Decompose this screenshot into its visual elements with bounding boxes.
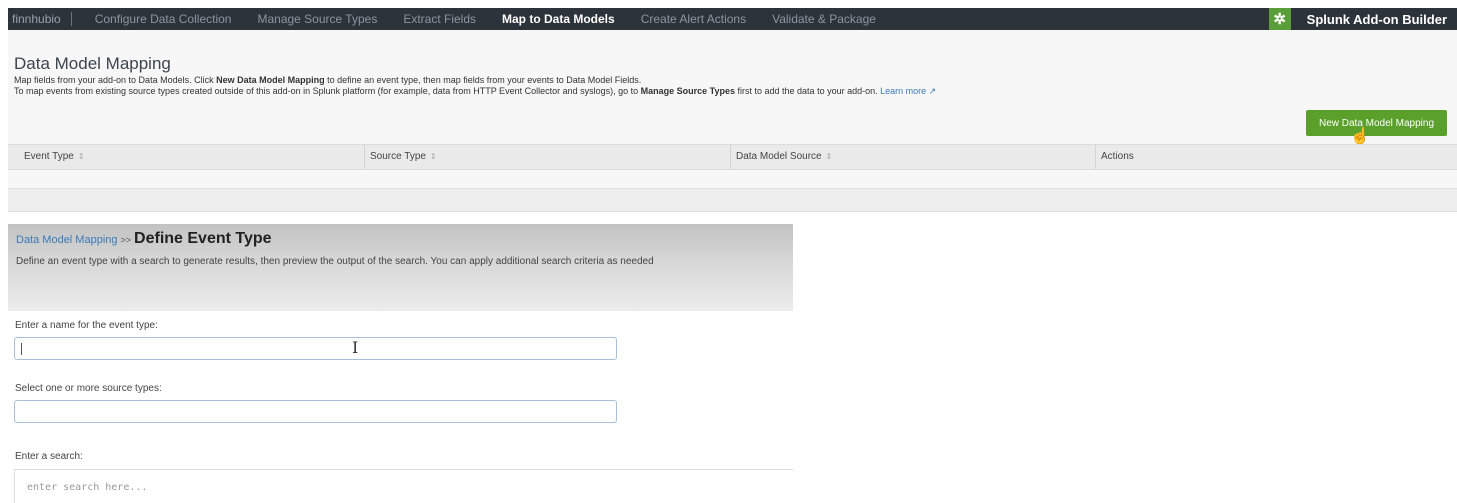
learn-more-link[interactable]: Learn more	[880, 86, 926, 96]
nav-validate-package[interactable]: Validate & Package	[759, 12, 889, 26]
column-divider	[730, 145, 731, 169]
column-divider	[364, 145, 365, 169]
empty-table-row	[8, 188, 1457, 212]
nav-manage-source-types[interactable]: Manage Source Types	[244, 12, 390, 26]
column-divider	[1095, 145, 1096, 169]
desc2-bold: Manage Source Types	[640, 86, 736, 96]
nav-extract-fields[interactable]: Extract Fields	[390, 12, 489, 26]
column-actions: Actions	[1101, 151, 1134, 162]
desc1-pre: Map fields from your add-on to Data Mode…	[14, 75, 217, 85]
sort-icon: ⇕	[429, 152, 437, 161]
brand[interactable]: ✲ Splunk Add-on Builder	[1268, 8, 1447, 30]
column-event-type[interactable]: Event Type ⇕	[24, 151, 85, 162]
hand-cursor-icon: ☝	[1350, 128, 1370, 145]
column-data-model-source[interactable]: Data Model Source ⇕	[736, 151, 832, 162]
nav-configure-data-collection[interactable]: Configure Data Collection	[82, 12, 245, 26]
top-nav-bar: finnhubio Configure Data Collection Mana…	[8, 8, 1457, 30]
sort-icon: ⇕	[825, 152, 833, 161]
desc1-post: to define an event type, then map fields…	[324, 75, 642, 85]
breadcrumb: Data Model Mapping >> Define Event Type	[16, 230, 272, 248]
app-name[interactable]: finnhubio	[8, 12, 71, 26]
mapping-table-header: Event Type ⇕ Source Type ⇕ Data Model Sour…	[8, 144, 1457, 170]
nav-map-to-data-models[interactable]: Map to Data Models	[489, 12, 628, 26]
column-data-model-source-label: Data Model Source	[736, 151, 822, 162]
nav-create-alert-actions[interactable]: Create Alert Actions	[628, 12, 759, 26]
define-event-type-header: Data Model Mapping >> Define Event Type De…	[8, 224, 793, 311]
gear-icon: ✲	[1268, 8, 1291, 30]
breadcrumb-data-model-mapping-link[interactable]: Data Model Mapping	[16, 234, 118, 246]
new-data-model-mapping-button[interactable]: New Data Model Mapping	[1306, 110, 1447, 136]
ibeam-cursor-icon: I	[352, 338, 359, 357]
column-actions-label: Actions	[1101, 151, 1134, 162]
external-link-icon: ↗	[926, 86, 937, 96]
column-event-type-label: Event Type	[24, 151, 74, 162]
mapping-description-1: Map fields from your add-on to Data Mode…	[14, 75, 641, 85]
define-event-type-description: Define an event type with a search to ge…	[16, 256, 654, 267]
column-source-type[interactable]: Source Type ⇕	[370, 151, 437, 162]
desc2-pre: To map events from existing source types…	[14, 86, 641, 96]
column-source-type-label: Source Type	[370, 151, 426, 162]
search-input[interactable]: enter search here...	[14, 469, 793, 503]
brand-label: Splunk Add-on Builder	[1306, 11, 1447, 27]
breadcrumb-separator: >>	[120, 235, 132, 245]
desc2-post: first to add the data to your add-on.	[735, 86, 881, 96]
define-event-type-title: Define Event Type	[134, 230, 272, 247]
text-caret	[21, 343, 22, 355]
source-types-input[interactable]	[14, 400, 617, 423]
sort-icon: ⇕	[77, 152, 85, 161]
event-type-name-label: Enter a name for the event type:	[15, 320, 158, 331]
nav-divider	[70, 12, 72, 26]
desc1-bold: New Data Model Mapping	[216, 75, 325, 85]
search-placeholder: enter search here...	[27, 482, 148, 493]
data-model-mapping-panel: Data Model Mapping Map fields from your …	[8, 30, 1457, 212]
event-type-name-input[interactable]	[14, 337, 617, 360]
search-label: Enter a search:	[15, 451, 83, 462]
source-types-label: Select one or more source types:	[15, 383, 162, 394]
mapping-description-2: To map events from existing source types…	[14, 86, 936, 97]
page-title: Data Model Mapping	[14, 54, 171, 73]
